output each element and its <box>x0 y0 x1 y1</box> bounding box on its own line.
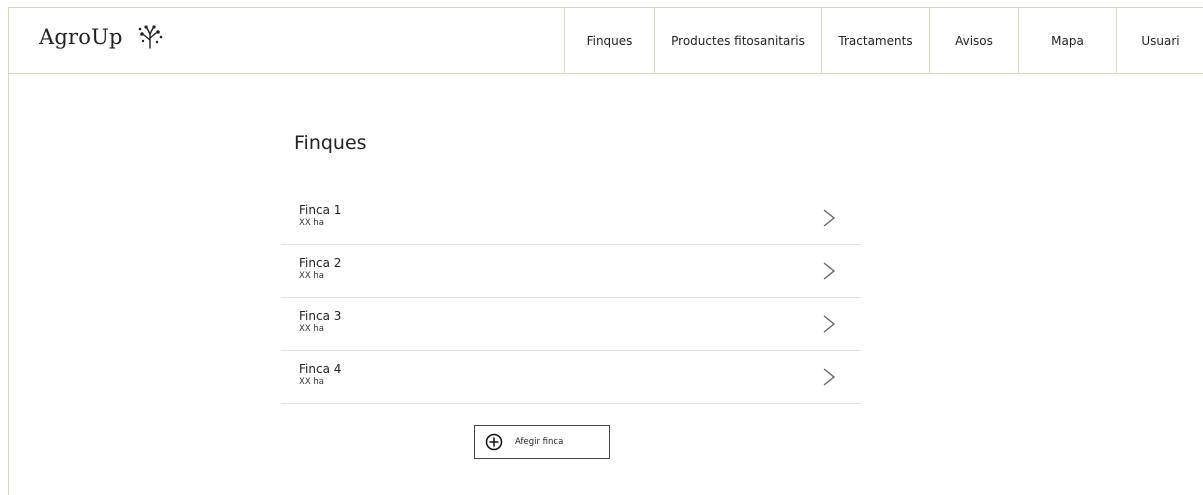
top-navbar: AgroUp Finques Productes fitosanitaris T… <box>9 8 1203 74</box>
farm-name: Finca 3 <box>299 309 342 323</box>
nav-label: Usuari <box>1141 34 1180 48</box>
farm-area: XX ha <box>299 324 324 334</box>
nav-finques[interactable]: Finques <box>564 8 654 74</box>
nav-label: Mapa <box>1051 34 1084 48</box>
add-farm-button[interactable]: Afegir finca <box>474 425 610 459</box>
farm-area: XX ha <box>299 377 324 387</box>
farm-list-item[interactable]: Finca 3 XX ha <box>281 298 861 351</box>
farm-list: Finca 1 XX ha Finca 2 XX ha Finca 3 XX h… <box>281 192 861 404</box>
farm-area: XX ha <box>299 218 324 228</box>
brand-logo[interactable]: AgroUp <box>39 22 165 52</box>
plus-circle-icon <box>485 433 503 451</box>
farm-name: Finca 2 <box>299 256 342 270</box>
farm-area: XX ha <box>299 271 324 281</box>
farm-name: Finca 1 <box>299 203 342 217</box>
chevron-right-icon <box>823 209 836 227</box>
chevron-right-icon <box>823 262 836 280</box>
farm-list-item[interactable]: Finca 1 XX ha <box>281 192 861 245</box>
nav-label: Tractaments <box>838 34 913 48</box>
farm-list-item[interactable]: Finca 4 XX ha <box>281 351 861 404</box>
sprout-icon <box>138 25 162 49</box>
nav-label: Avisos <box>955 34 993 48</box>
add-farm-label: Afegir finca <box>515 437 564 447</box>
nav-label: Finques <box>586 34 633 48</box>
app-frame: AgroUp Finques Productes fitosanitaris T… <box>8 7 1203 495</box>
nav-label: Productes fitosanitaris <box>671 34 805 48</box>
chevron-right-icon <box>823 315 836 333</box>
nav-usuari[interactable]: Usuari <box>1116 8 1203 74</box>
farm-list-item[interactable]: Finca 2 XX ha <box>281 245 861 298</box>
page-title: Finques <box>294 132 367 154</box>
farm-name: Finca 4 <box>299 362 342 376</box>
nav-avisos[interactable]: Avisos <box>929 8 1018 74</box>
nav-productes-fitosanitaris[interactable]: Productes fitosanitaris <box>654 8 821 74</box>
nav-mapa[interactable]: Mapa <box>1018 8 1116 74</box>
brand-name: AgroUp <box>39 25 123 49</box>
chevron-right-icon <box>823 368 836 386</box>
nav-tractaments[interactable]: Tractaments <box>821 8 929 74</box>
